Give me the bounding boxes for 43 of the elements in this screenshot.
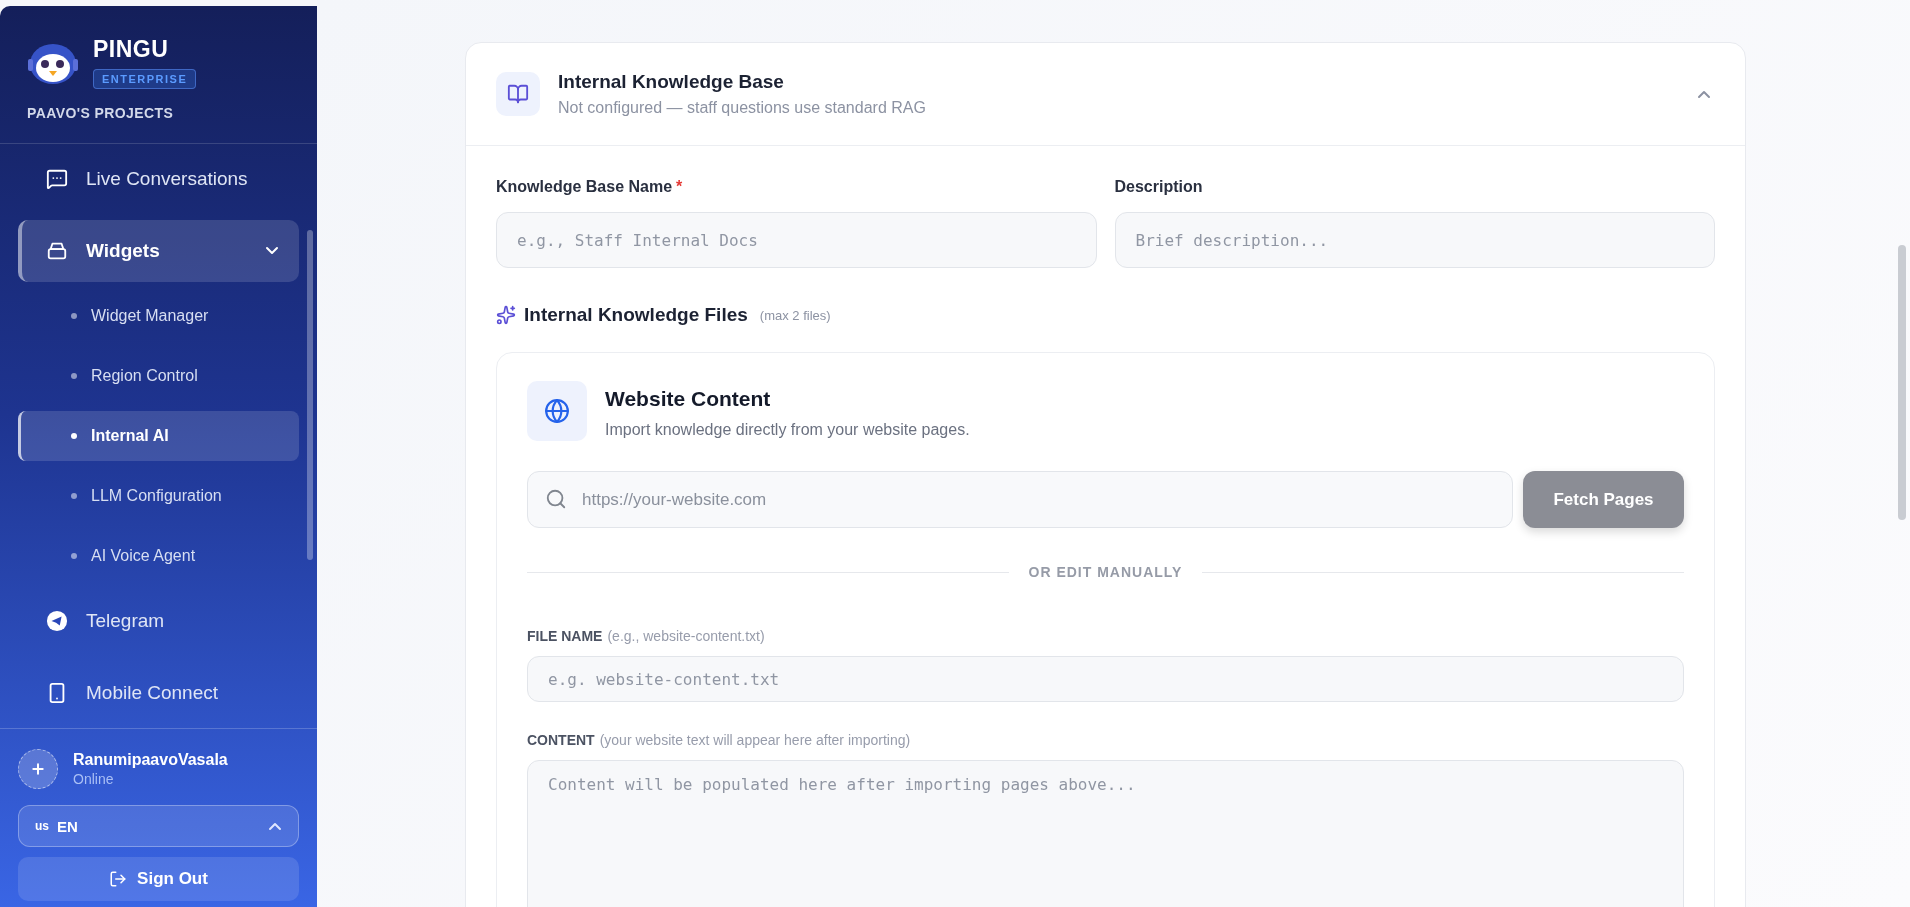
card-title: Internal Knowledge Base (558, 71, 785, 93)
field-label: FILE NAME (e.g., website-content.txt) (527, 628, 766, 644)
source-subtitle: Import knowledge directly from your website pages. (605, 421, 970, 439)
field-label: CONTENT (your website text will appear here after importing) (527, 732, 912, 748)
globe-icon (527, 381, 587, 441)
card-subtitle: Not configured — staff questions use standard RAG (558, 99, 927, 117)
user-name: RanumipaavoVasala (73, 751, 228, 769)
text-field[interactable]: e.g., Staff Internal Docs (496, 212, 1097, 268)
nav-subitem[interactable]: AI Voice Agent (18, 530, 299, 581)
user-status: Online (73, 771, 115, 787)
nav-item[interactable]: Widgets (18, 219, 299, 282)
chevron-icon (268, 821, 282, 831)
avatar-placeholder (18, 749, 58, 789)
chat-icon (46, 167, 68, 190)
brand-name: PINGU (93, 36, 169, 63)
project-name: PAAVO'S PROJECTS (27, 105, 175, 121)
field-label: Knowledge Base Name * (496, 178, 684, 196)
section-title: Internal Knowledge Files (524, 304, 748, 326)
nav-subitem[interactable]: Internal AI (18, 411, 299, 461)
nav-subitem[interactable]: Widget Manager (18, 291, 299, 342)
url-field[interactable]: https://your-website.com (527, 471, 1513, 528)
sparkle-icon (496, 305, 516, 325)
paper-plane-icon (46, 610, 68, 633)
divider-label: OR EDIT MANUALLY (1028, 564, 1183, 580)
nav-subitem[interactable]: Region Control (18, 351, 299, 402)
nav-item[interactable]: Mobile Connect (18, 662, 299, 724)
file-name-field[interactable]: e.g. website-content.txt (527, 656, 1684, 702)
nav-item[interactable]: Live Conversations (18, 148, 299, 210)
source-title: Website Content (605, 387, 772, 411)
language-selector[interactable]: us EN (18, 805, 299, 847)
scrollbar-thumb[interactable] (1898, 245, 1906, 520)
scrollbar-thumb[interactable] (307, 230, 313, 560)
plan-badge: ENTERPRISE (93, 69, 197, 89)
nav-subitem[interactable]: LLM Configuration (18, 470, 299, 521)
book-icon (496, 72, 540, 116)
text-field[interactable]: Brief description... (1114, 212, 1715, 268)
sign-out-icon (109, 870, 128, 888)
content-textarea[interactable]: Content will be populated here after importing pages above... (527, 760, 1684, 907)
field-label: Description (1114, 178, 1204, 196)
nav-item[interactable]: Telegram (18, 590, 299, 653)
section-hint: (max 2 files) (759, 307, 831, 323)
chevron-icon (1697, 89, 1711, 99)
sign-out-button[interactable]: Sign Out (18, 857, 299, 901)
